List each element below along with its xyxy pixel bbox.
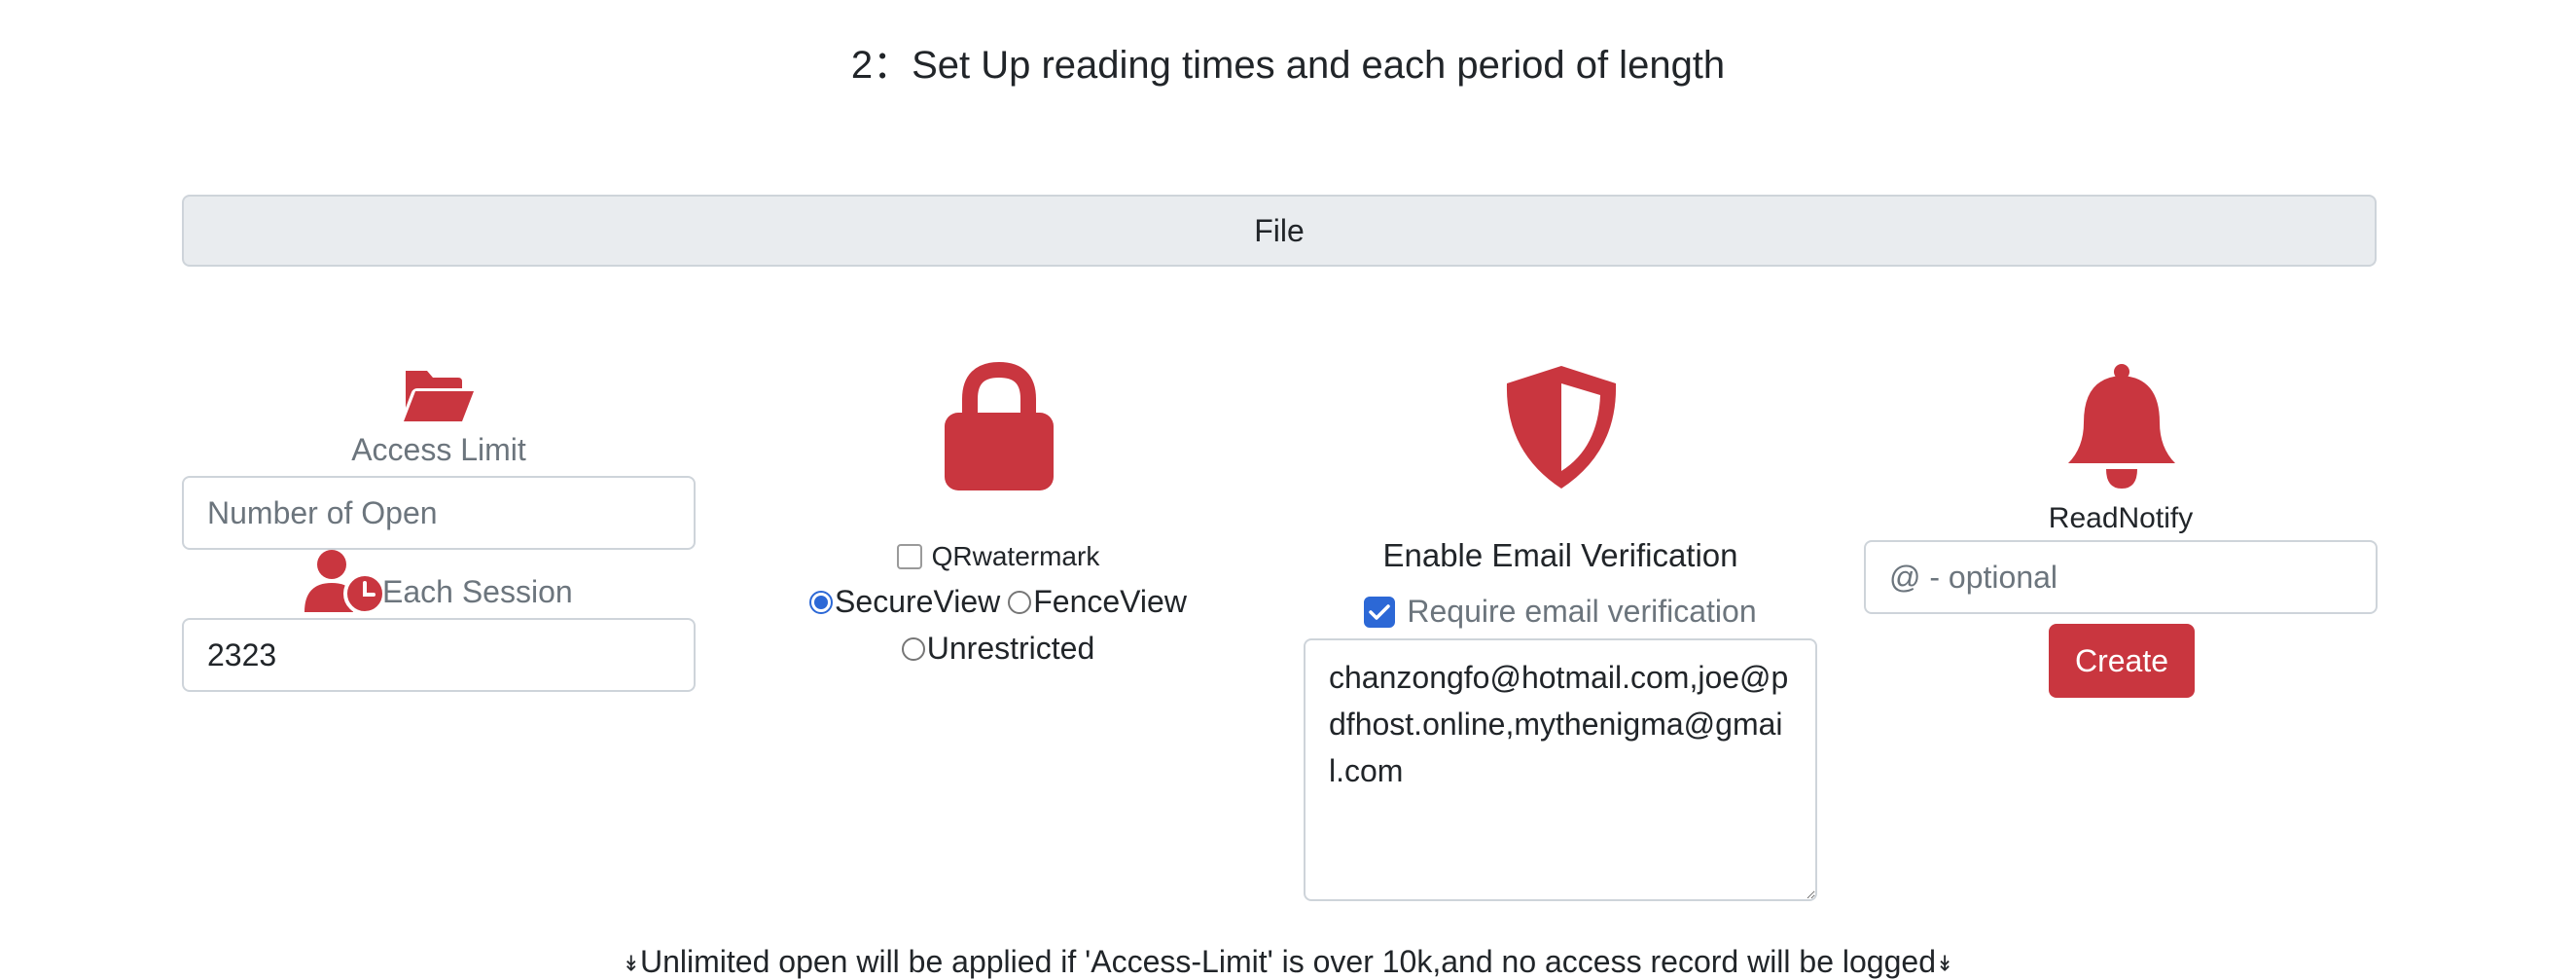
file-button-label: File <box>1254 212 1305 248</box>
require-email-label: Require email verification <box>1407 594 1757 629</box>
read-notify-label: ReadNotify <box>2048 502 2194 534</box>
qr-watermark-checkbox[interactable] <box>896 544 922 569</box>
access-limit-label: Access Limit <box>351 432 526 467</box>
lock-icon <box>943 362 1055 492</box>
shield-half-icon <box>1501 362 1622 492</box>
unrestricted-label: Unrestricted <box>926 631 1095 666</box>
email-verification-title: Enable Email Verification <box>1382 537 1738 573</box>
create-button[interactable]: Create <box>2049 624 2195 698</box>
user-clock-icon <box>303 548 384 614</box>
fence-view-radio[interactable] <box>1008 590 1032 614</box>
qr-watermark-label: QRwatermark <box>931 541 1100 571</box>
view-mode-row-2: Unrestricted <box>759 631 1237 667</box>
down-arrow-icon: ↡ <box>1935 951 1954 976</box>
each-session-label: Each Session <box>382 574 573 609</box>
notify-email-input[interactable] <box>1864 540 2378 614</box>
email-list-textarea[interactable]: chanzongfo@hotmail.com,joe@pdfhost.onlin… <box>1304 638 1817 901</box>
access-limit-input[interactable] <box>182 476 696 550</box>
qr-watermark-row: QRwatermark <box>798 541 1199 572</box>
unrestricted-radio[interactable] <box>901 636 925 661</box>
footer-note: ↡Unlimited open will be applied if 'Acce… <box>0 944 2576 980</box>
require-email-checkbox[interactable] <box>1364 596 1396 628</box>
footer-note-text: Unlimited open will be applied if 'Acces… <box>640 944 1936 979</box>
file-select-button[interactable]: File <box>182 195 2377 267</box>
secure-view-label: SecureView <box>835 584 1001 619</box>
secure-view-radio[interactable] <box>809 590 834 614</box>
fence-view-label: FenceView <box>1033 584 1187 619</box>
require-email-row: Require email verification <box>1304 594 1817 630</box>
view-mode-row-1: SecureView FenceView <box>759 584 1237 620</box>
folder-open-icon <box>402 367 476 423</box>
checkmark-icon <box>1369 603 1391 620</box>
each-session-input[interactable] <box>182 618 696 692</box>
bell-icon <box>2064 362 2179 492</box>
down-arrow-icon: ↡ <box>622 951 640 976</box>
page-title: 2：Set Up reading times and each period o… <box>850 44 1726 87</box>
